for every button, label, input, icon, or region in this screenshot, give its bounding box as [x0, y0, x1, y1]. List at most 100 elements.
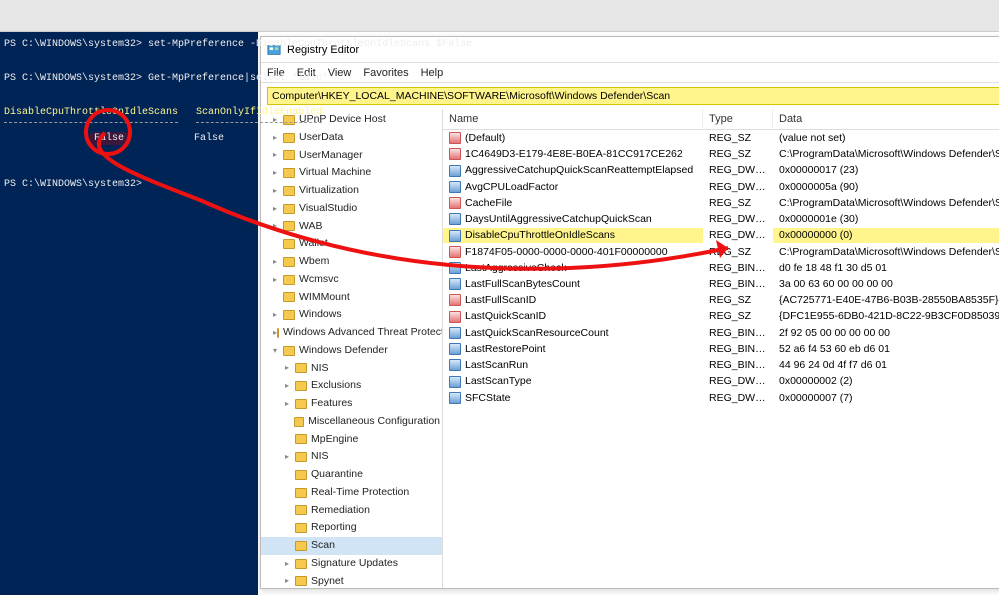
chevron-right-icon[interactable]: ▸	[285, 451, 295, 463]
dword-value-icon	[449, 343, 461, 355]
folder-icon	[295, 576, 307, 586]
tree-item[interactable]: ▸ Virtualization	[261, 182, 442, 200]
chevron-right-icon[interactable]: ▸	[273, 132, 283, 144]
tree-item[interactable]: ▸VisualStudio	[261, 200, 442, 218]
tree-item[interactable]: ▸Features	[261, 395, 442, 413]
string-value-icon	[449, 132, 461, 144]
tree-item[interactable]: ▸Signature Updates	[261, 555, 442, 573]
tree-item[interactable]: ▸Wcmsvc	[261, 271, 442, 289]
value-type: REG_DWORD	[703, 163, 773, 177]
col-header-data[interactable]: Data	[773, 109, 999, 129]
dword-value-icon	[449, 213, 461, 225]
value-row[interactable]: DaysUntilAggressiveCatchupQuickScanREG_D…	[443, 211, 999, 227]
value-type: REG_BINARY	[703, 261, 773, 275]
value-data: {DFC1E955-6DB0-421D-8C22-9B3CF0D85039}	[773, 309, 999, 323]
folder-icon	[283, 221, 295, 231]
col-header-type[interactable]: Type	[703, 109, 773, 129]
folder-icon	[295, 434, 307, 444]
tree-item[interactable]: Miscellaneous Configuration	[261, 413, 442, 431]
chevron-right-icon[interactable]: ▸	[273, 220, 283, 232]
chevron-right-icon[interactable]: ▸	[273, 203, 283, 215]
value-row[interactable]: AggressiveCatchupQuickScanReattemptElaps…	[443, 162, 999, 178]
tree-pane[interactable]: ▸UPnP Device Host▸UserData▸UserManager▸V…	[261, 109, 443, 588]
chevron-down-icon[interactable]: ▾	[273, 345, 283, 357]
tree-item[interactable]: ▸UserManager	[261, 147, 442, 165]
tree-item[interactable]: Reporting	[261, 519, 442, 537]
registry-body: ▸UPnP Device Host▸UserData▸UserManager▸V…	[261, 109, 999, 588]
value-row[interactable]: AvgCPULoadFactorREG_DWORD0x0000005a (90)	[443, 179, 999, 195]
tree-item-label: Exclusions	[311, 378, 361, 394]
value-name: CacheFile	[465, 197, 512, 209]
tree-item[interactable]: Scan	[261, 537, 442, 555]
folder-icon	[295, 559, 307, 569]
tree-item[interactable]: Wallet	[261, 235, 442, 253]
chevron-right-icon[interactable]: ▸	[273, 185, 283, 197]
tree-item[interactable]: ▸Spynet	[261, 573, 442, 589]
tree-item-label: Virtualization	[299, 183, 359, 199]
value-data: 3a 00 63 60 00 00 00 00	[773, 277, 999, 291]
tree-item[interactable]: ▸UserData	[261, 129, 442, 147]
tree-item[interactable]: ▸NIS	[261, 448, 442, 466]
folder-icon	[295, 523, 307, 533]
chevron-right-icon[interactable]: ▸	[273, 256, 283, 268]
chevron-right-icon[interactable]: ▸	[285, 380, 295, 392]
value-row[interactable]: LastScanTypeREG_DWORD0x00000002 (2)	[443, 373, 999, 389]
tree-item[interactable]: Remediation	[261, 502, 442, 520]
tree-item[interactable]: Quarantine	[261, 466, 442, 484]
value-type: REG_BINARY	[703, 326, 773, 340]
folder-icon	[283, 239, 295, 249]
chevron-right-icon[interactable]: ▸	[285, 362, 295, 374]
value-row[interactable]: 1C4649D3-E179-4E8E-B0EA-81CC917CE262REG_…	[443, 146, 999, 162]
chevron-right-icon[interactable]: ▸	[273, 274, 283, 286]
tree-item[interactable]: ▸ Windows	[261, 306, 442, 324]
menu-help[interactable]: Help	[421, 67, 444, 79]
value-row[interactable]: LastAggressiveCheckREG_BINARYd0 fe 18 48…	[443, 260, 999, 276]
tree-item-label: Miscellaneous Configuration	[308, 414, 440, 430]
tree-item[interactable]: ▸Windows Advanced Threat Protection	[261, 324, 442, 342]
chevron-right-icon[interactable]: ▸	[285, 575, 295, 587]
value-row[interactable]: DisableCpuThrottleOnIdleScansREG_DWORD0x…	[443, 227, 999, 243]
folder-icon	[295, 541, 307, 551]
folder-icon	[283, 292, 295, 302]
value-name: LastQuickScanID	[465, 310, 546, 322]
value-row[interactable]: LastFullScanBytesCountREG_BINARY3a 00 63…	[443, 276, 999, 292]
value-name: SFCState	[465, 392, 511, 404]
value-row[interactable]: F1874F05-0000-0000-0000-401F00000000REG_…	[443, 244, 999, 260]
chevron-right-icon[interactable]: ▸	[285, 398, 295, 410]
tree-item[interactable]: ▸Wbem	[261, 253, 442, 271]
menu-favorites[interactable]: Favorites	[363, 67, 408, 79]
value-row[interactable]: LastQuickScanResourceCountREG_BINARY2f 9…	[443, 325, 999, 341]
values-pane[interactable]: Name Type Data (Default)REG_SZ(value not…	[443, 109, 999, 588]
value-name: LastRestorePoint	[465, 343, 546, 355]
tree-item[interactable]: ▸Virtual Machine	[261, 164, 442, 182]
address-bar[interactable]: Computer\HKEY_LOCAL_MACHINE\SOFTWARE\Mic…	[267, 87, 999, 105]
tree-item[interactable]: ▸WAB	[261, 218, 442, 236]
value-row[interactable]: (Default)REG_SZ(value not set)	[443, 130, 999, 146]
value-row[interactable]: SFCStateREG_DWORD0x00000007 (7)	[443, 390, 999, 406]
tree-item[interactable]: ▾ Windows Defender	[261, 342, 442, 360]
ps-prompt-idle[interactable]: PS C:\WINDOWS\system32>	[0, 176, 258, 194]
chevron-right-icon[interactable]: ▸	[273, 167, 283, 179]
chevron-right-icon[interactable]: ▸	[285, 558, 295, 570]
value-row[interactable]: LastScanRunREG_BINARY44 96 24 0d 4f f7 d…	[443, 357, 999, 373]
folder-icon	[283, 186, 295, 196]
tree-item[interactable]: ▸NIS	[261, 360, 442, 378]
folder-icon	[283, 133, 295, 143]
tree-item-label: Windows	[299, 307, 342, 323]
ps-output-row: False False	[0, 130, 258, 148]
value-row[interactable]: LastRestorePointREG_BINARY52 a6 f4 53 60…	[443, 341, 999, 357]
dword-value-icon	[449, 359, 461, 371]
menu-view[interactable]: View	[328, 67, 352, 79]
tree-item-label: Windows Defender	[299, 343, 388, 359]
tree-item[interactable]: Real-Time Protection	[261, 484, 442, 502]
chevron-right-icon[interactable]: ▸	[273, 149, 283, 161]
col-header-name[interactable]: Name	[443, 109, 703, 129]
value-row[interactable]: CacheFileREG_SZC:\ProgramData\Microsoft\…	[443, 195, 999, 211]
tree-item[interactable]: WIMMount	[261, 289, 442, 307]
value-row[interactable]: LastQuickScanIDREG_SZ{DFC1E955-6DB0-421D…	[443, 308, 999, 324]
folder-icon	[283, 346, 295, 356]
tree-item[interactable]: ▸ Exclusions	[261, 377, 442, 395]
tree-item[interactable]: MpEngine	[261, 431, 442, 449]
chevron-right-icon[interactable]: ▸	[273, 309, 283, 321]
value-row[interactable]: LastFullScanIDREG_SZ{AC725771-E40E-47B6-…	[443, 292, 999, 308]
